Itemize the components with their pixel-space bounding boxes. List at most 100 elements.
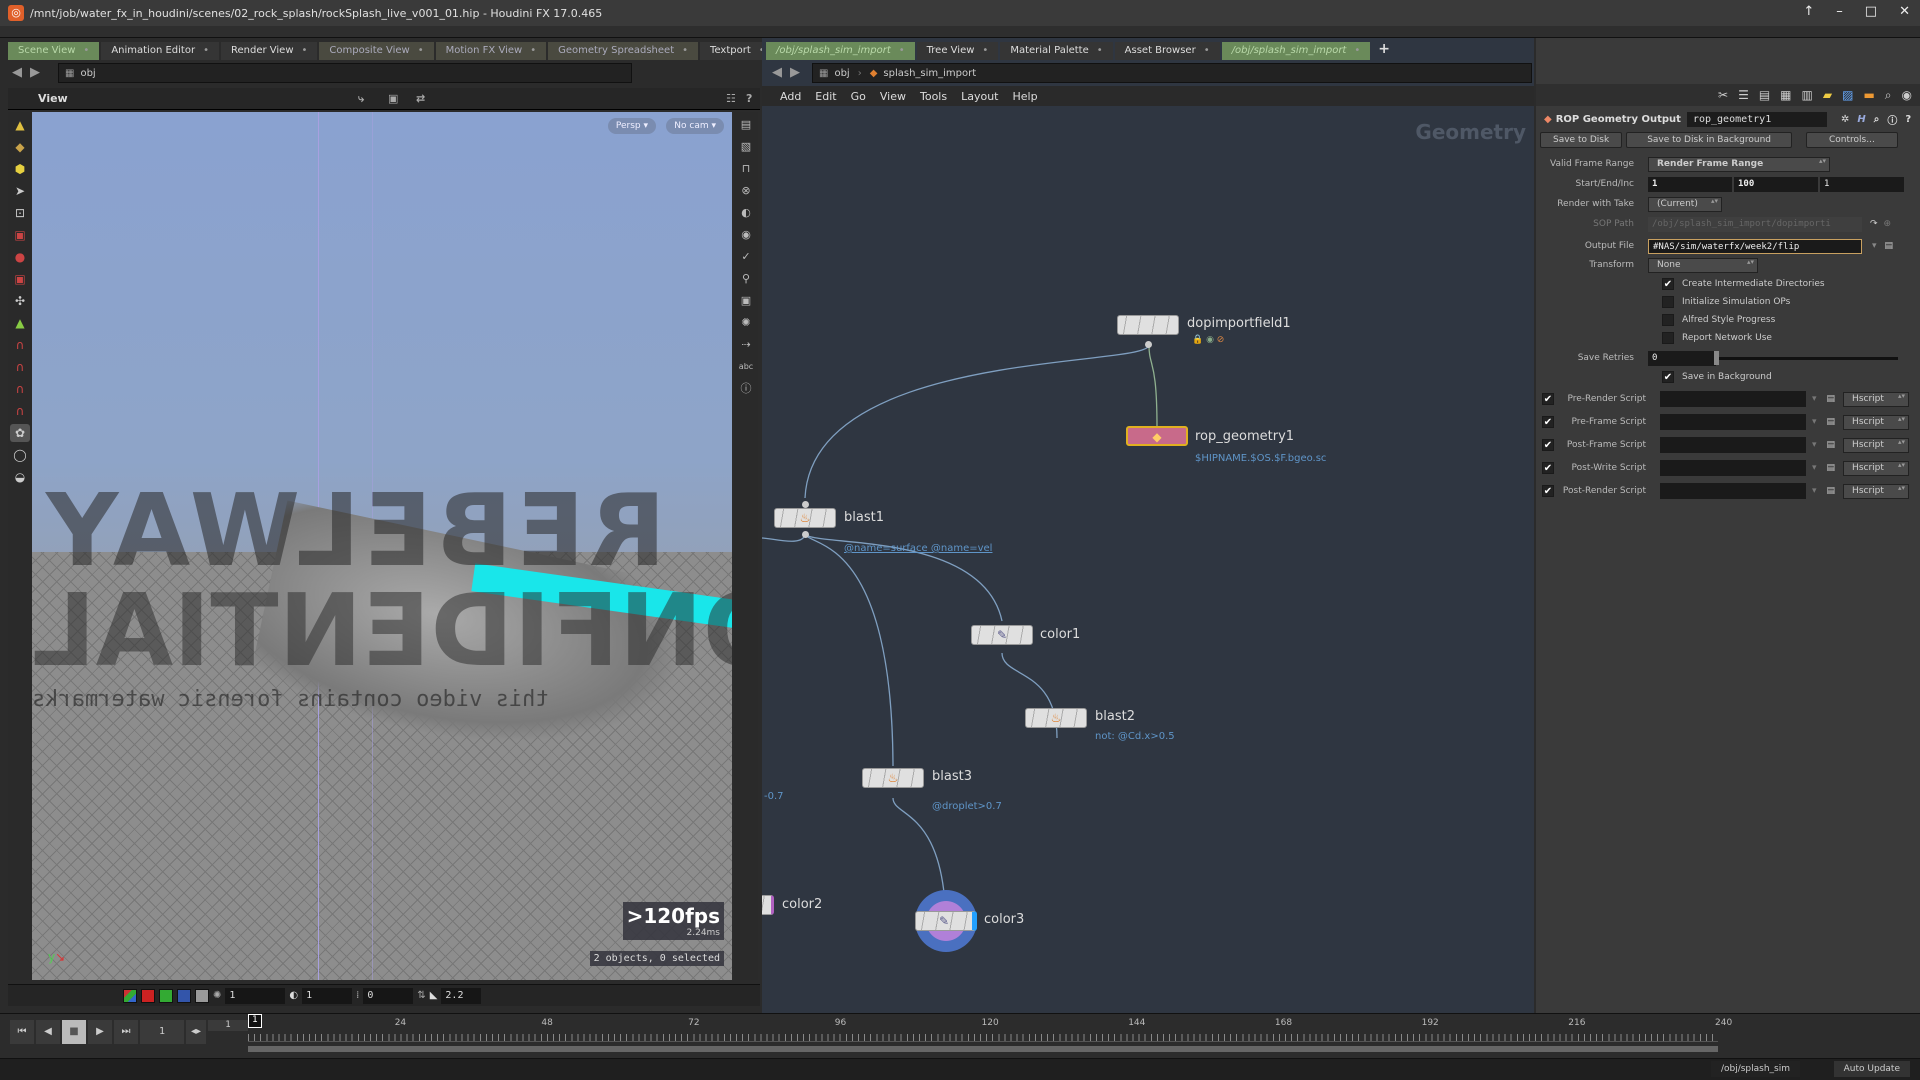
jump-start-button[interactable]: ⏮ [10,1020,34,1044]
light-tool-icon[interactable]: ◒ [10,468,30,486]
play-forward-button[interactable]: ▶ [88,1020,112,1044]
path-bar[interactable]: ▦ obj [58,63,632,83]
help-icon[interactable]: ? [1905,114,1911,125]
vector-icon[interactable]: ⇢ [736,336,756,354]
menu-help[interactable]: Help [1013,90,1038,103]
script-field[interactable] [1660,460,1806,476]
save-retries-field[interactable]: 0 [1648,350,1716,366]
dropdown-icon[interactable]: ▾ [1812,486,1817,496]
tab-composite-view[interactable]: Composite View • [319,42,434,60]
blue-channel-button[interactable] [177,988,191,1003]
back-arrow-icon[interactable]: ◀ [12,65,22,80]
lut-icon[interactable]: ⇅ [417,990,425,1001]
dropdown-icon[interactable]: ▾ [1812,394,1817,404]
wireframe-icon[interactable]: ▧ [736,138,756,156]
script-language-menu[interactable]: Hscript [1843,483,1910,499]
dropdown-icon[interactable]: ▾ [1872,241,1877,251]
input-port[interactable] [802,501,809,508]
tab-geometry-spreadsheet[interactable]: Geometry Spreadsheet • [548,42,699,60]
lasso-icon[interactable]: ◯ [10,446,30,464]
node-name-field[interactable]: rop_geometry1 [1686,111,1827,127]
move-tool-icon[interactable]: ▣ [10,226,30,244]
search-icon[interactable]: ⌕ [1885,88,1892,103]
shading-icon[interactable]: ◐ [736,204,756,222]
rotate-tool-icon[interactable]: ● [10,248,30,266]
magnet-icon[interactable]: ∩ [10,402,30,420]
tab-splash-sim-import-2[interactable]: /obj/splash_sim_import • [1221,42,1371,60]
node-color1[interactable]: ✎ [971,625,1033,645]
group-tool-icon[interactable]: ✿ [10,424,30,442]
snap-icon[interactable]: ◉ [736,226,756,244]
menu-tools[interactable]: Tools [920,90,947,103]
controls-button[interactable]: Controls... [1806,132,1898,148]
path-obj[interactable]: obj [80,68,95,79]
output-file-field[interactable]: #NAS/sim/waterfx/week2/flip [1648,238,1862,254]
list-icon[interactable]: ☰ [1738,88,1749,102]
lock-icon[interactable]: ⊓ [736,160,756,178]
script-language-menu[interactable]: Hscript [1843,437,1910,453]
lock-select-icon[interactable]: ⊡ [10,204,30,222]
script-language-menu[interactable]: Hscript [1843,391,1910,407]
select-tool-icon[interactable]: ⤷ [358,92,364,106]
file-chooser-icon[interactable]: ▤ [1827,463,1836,473]
script-language-menu[interactable]: Hscript [1843,414,1910,430]
tab-scene-view[interactable]: Scene View • [8,42,100,60]
grid-icon[interactable]: ▦ [1780,88,1791,102]
camera-menu-icon[interactable]: ▣ [388,92,398,105]
maximize-button[interactable]: □ [1865,4,1877,19]
handle-tool-icon[interactable]: ◆ [10,138,30,156]
scale-tool-icon[interactable]: ▣ [10,270,30,288]
status-path[interactable]: /obj/splash_sim [1710,1061,1800,1077]
output-port[interactable] [802,531,809,538]
file-chooser-icon[interactable]: ▤ [1827,417,1836,427]
node-blast3[interactable]: ♨ [862,768,924,788]
gamma-field[interactable]: 2.2 [441,987,482,1004]
jump-end-button[interactable]: ⏭ [114,1020,138,1044]
node-rop-geometry1[interactable]: ◆ [1126,426,1188,446]
playhead[interactable]: 1 [248,1014,262,1028]
script-field[interactable] [1660,391,1806,407]
close-button[interactable]: ✕ [1899,4,1910,19]
transform-tool-icon[interactable]: ✣ [10,292,30,310]
particle-icon[interactable]: ✺ [736,314,756,332]
toggle-alfred-progress[interactable]: Alfred Style Progress [1536,311,1920,329]
step-buttons[interactable]: ◂▸ [186,1020,206,1044]
network-canvas[interactable]: Geometry dopimportfield1 🔒 ◉ ⊘ ◆ rop_geo… [762,108,1534,1013]
render-menu-icon[interactable]: ⇄ [416,92,425,105]
info-icon[interactable]: ⓘ [1887,112,1897,127]
script-field[interactable] [1660,483,1806,499]
opacity-field[interactable]: 1 [302,987,353,1004]
gear-icon[interactable]: ✲ [1841,114,1849,125]
breadcrumb-splash-sim-import[interactable]: splash_sim_import [883,68,976,79]
toggle-create-dirs[interactable]: ✔ Create Intermediate Directories [1536,275,1920,293]
magnet-point-icon[interactable]: ∩ [10,380,30,398]
save-to-disk-button[interactable]: Save to Disk [1540,132,1623,148]
node-color2[interactable] [762,895,774,915]
abc-icon[interactable]: abc [736,358,756,376]
green-channel-button[interactable] [159,988,173,1003]
file-chooser-icon[interactable]: ▤ [1885,241,1894,251]
script-field[interactable] [1660,414,1806,430]
no-cam-menu[interactable]: No cam ▾ [666,118,724,134]
checkbox[interactable] [1662,332,1674,344]
start-frame-field[interactable]: 1 [1648,176,1732,192]
file-chooser-icon[interactable]: ▤ [1827,486,1836,496]
menu-go[interactable]: Go [851,90,866,103]
transform-menu[interactable]: None [1648,257,1758,273]
tab-render-view[interactable]: Render View • [220,42,318,60]
tab-asset-browser[interactable]: Asset Browser • [1114,42,1220,60]
sheet-icon[interactable]: ▤ [1759,88,1770,102]
persp-menu[interactable]: Persp ▾ [607,118,656,134]
forward-arrow-icon[interactable]: ▶ [30,65,40,80]
auto-update-menu[interactable]: Auto Update [1833,1061,1910,1077]
sticky-note-icon[interactable]: ▰ [1823,88,1832,102]
jump-icon[interactable]: ↷ [1870,219,1878,229]
dropdown-icon[interactable]: ▾ [1812,463,1817,473]
add-tab-button[interactable]: + [1372,42,1396,60]
hda-icon[interactable]: H [1857,114,1865,125]
checkbox[interactable]: ✔ [1662,371,1674,383]
3d-viewport[interactable]: REBELWAY CONFIDENTIAL this video contain… [32,112,732,980]
range-start-field[interactable]: 1 [208,1020,248,1031]
file-chooser-icon[interactable]: ▤ [1827,440,1836,450]
forward-arrow-icon[interactable]: ▶ [790,65,800,80]
